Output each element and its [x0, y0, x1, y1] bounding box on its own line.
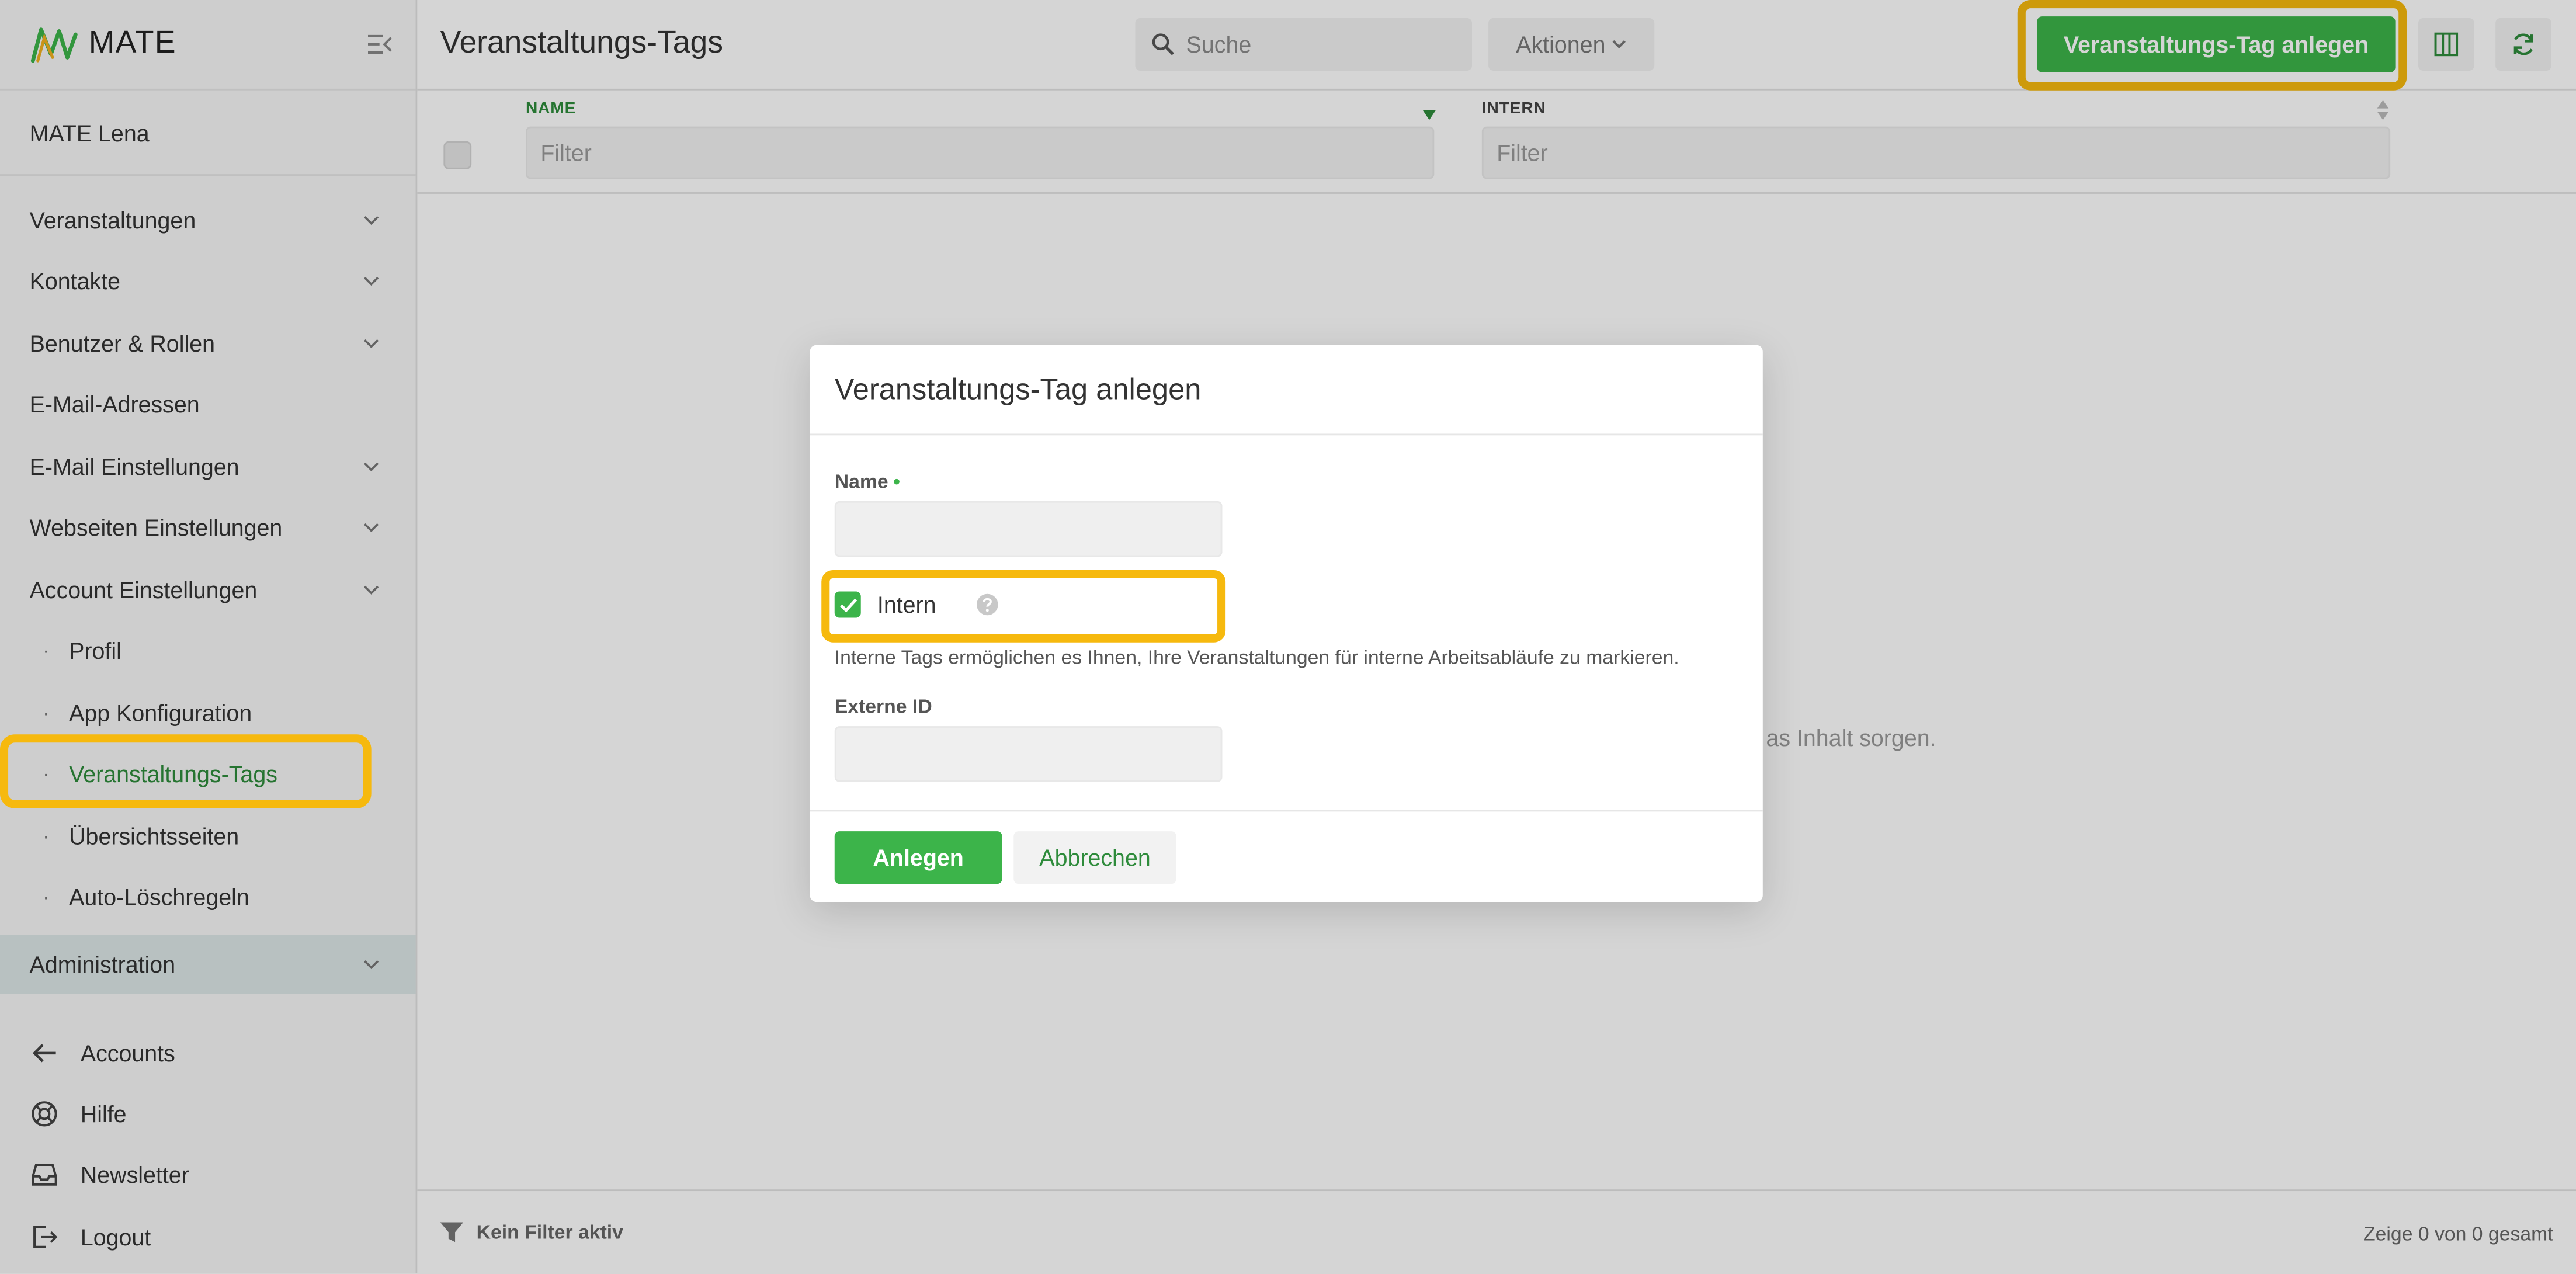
name-label: Name • [834, 470, 900, 493]
intern-hint: Interne Tags ermöglichen es Ihnen, Ihre … [834, 645, 1679, 669]
app-window: MATE MATE Lena Veranstaltungen Kontakte … [0, 0, 2576, 1274]
external-id-field[interactable] [834, 726, 1223, 782]
highlight-sidebar-item [0, 734, 372, 808]
required-marker: • [893, 470, 900, 493]
create-tag-dialog: Veranstaltungs-Tag anlegen Name • Intern … [810, 345, 1763, 902]
submit-create-button[interactable]: Anlegen [834, 831, 1002, 884]
cancel-button[interactable]: Abbrechen [1013, 831, 1176, 884]
dialog-footer: Anlegen Abbrechen [810, 810, 1763, 902]
external-id-label: Externe ID [834, 695, 932, 718]
dialog-title: Veranstaltungs-Tag anlegen [810, 345, 1763, 436]
name-field[interactable] [834, 501, 1223, 557]
highlight-intern-option [821, 570, 1226, 643]
